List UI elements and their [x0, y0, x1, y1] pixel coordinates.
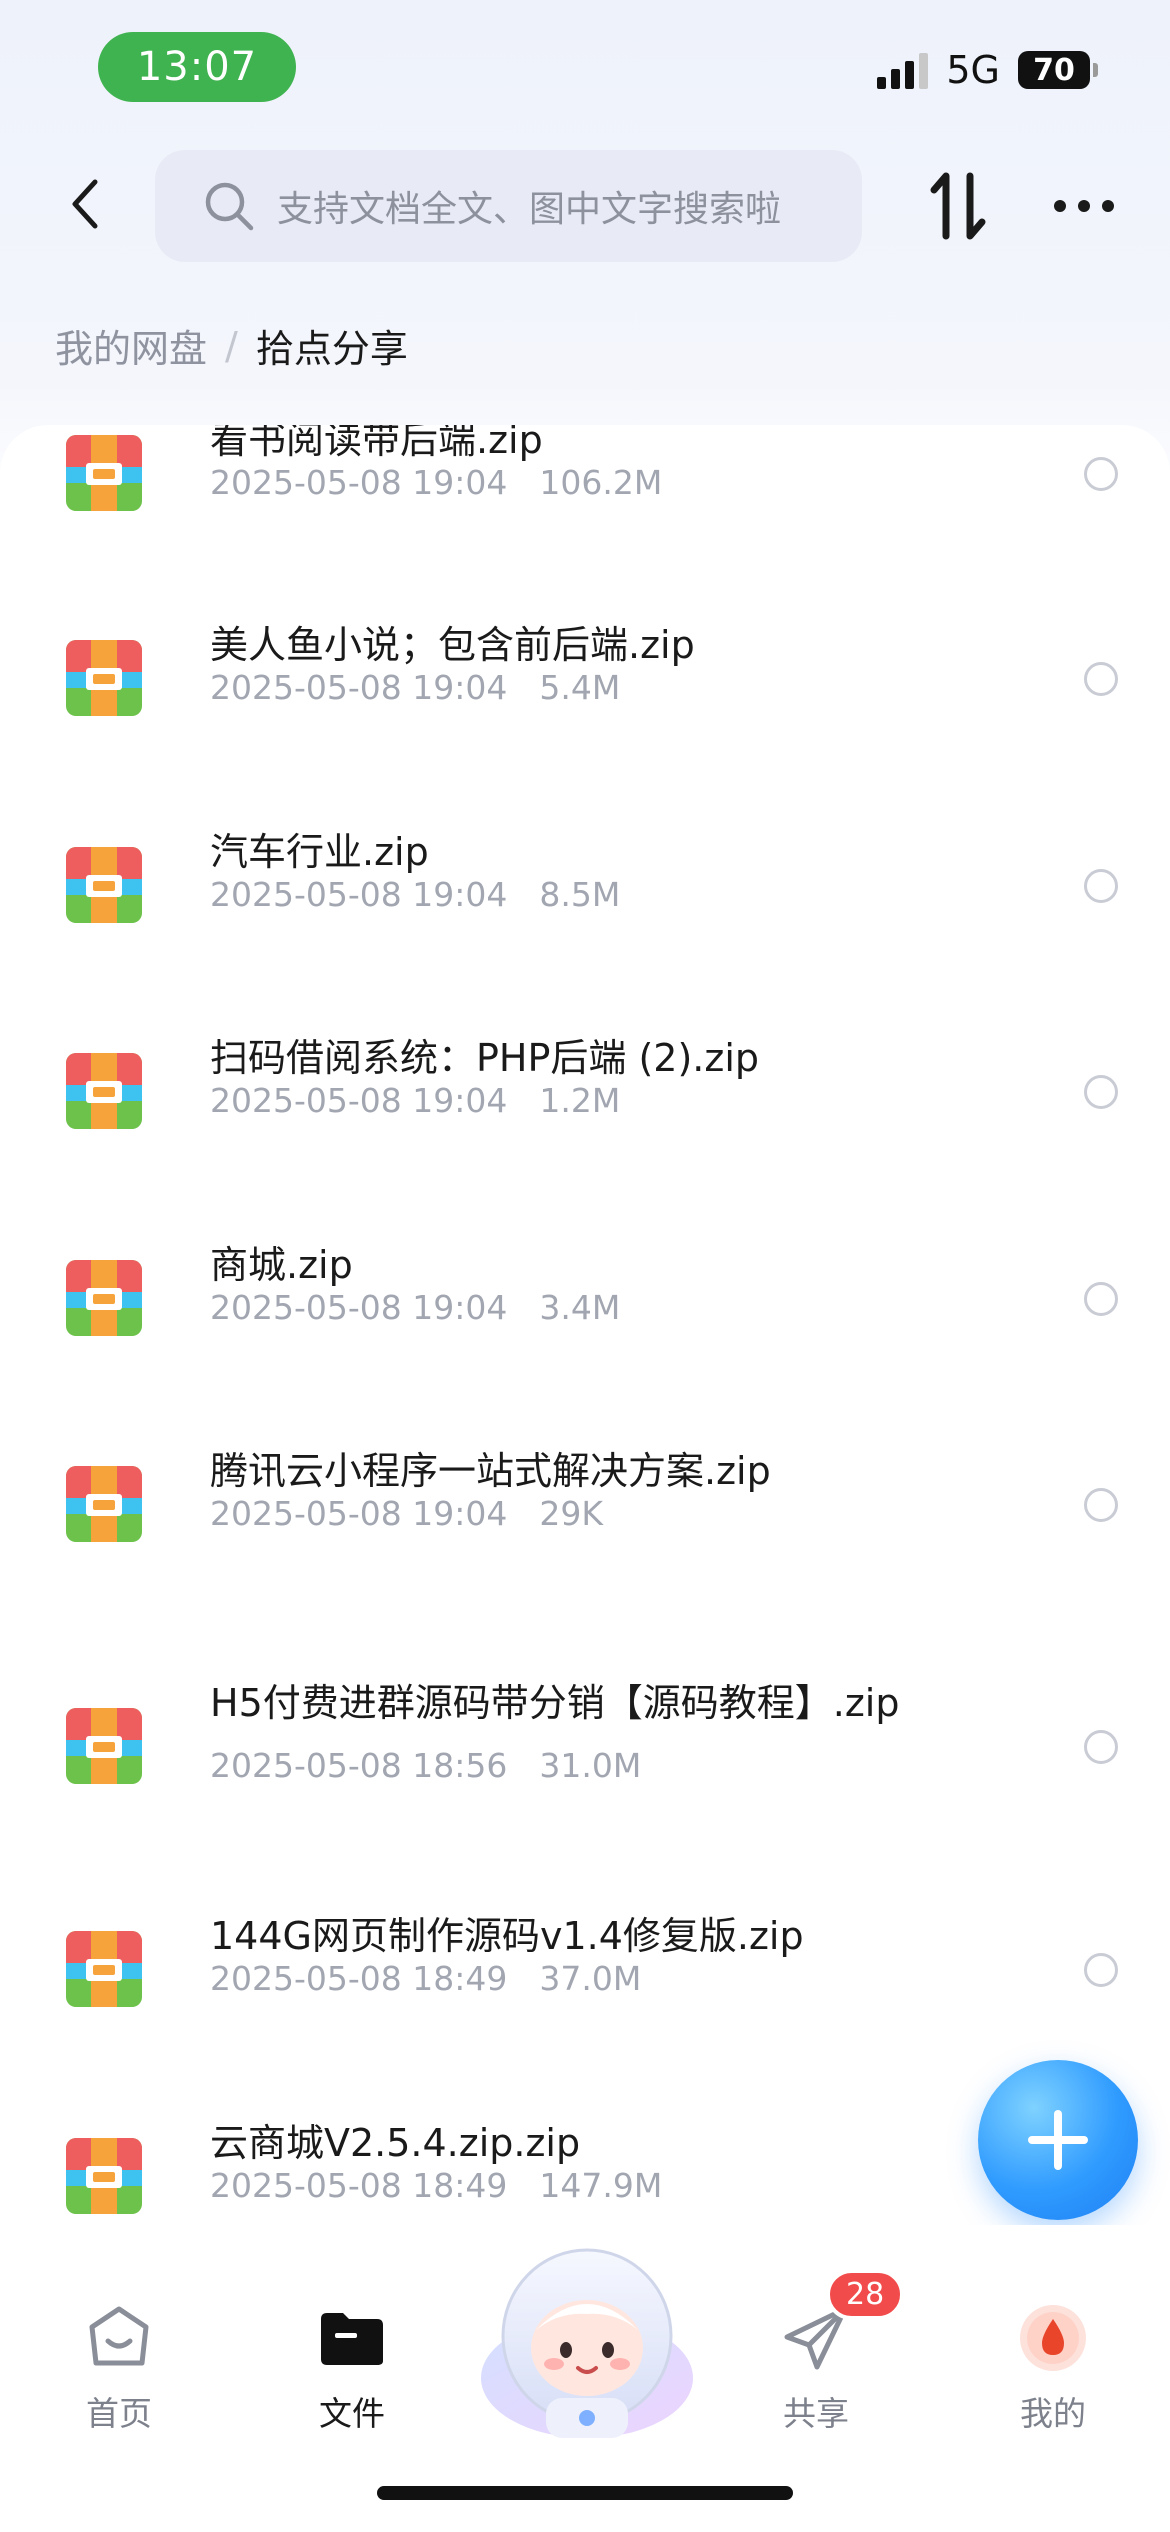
file-date: 2025-05-08 19:04 [210, 1494, 508, 1533]
file-row[interactable]: 144G网页制作源码v1.4修复版.zip 2025-05-08 18:49 3… [0, 1891, 1170, 2061]
search-placeholder: 支持文档全文、图中文字搜索啦 [277, 189, 782, 230]
file-row[interactable]: H5付费进群源码带分销【源码教程】.zip 2025-05-08 18:56 3… [0, 1658, 1170, 1848]
file-size: 106.2M [539, 463, 663, 502]
back-button[interactable] [56, 168, 112, 240]
file-size: 147.9M [539, 2166, 663, 2205]
file-name: H5付费进群源码带分销【源码教程】.zip [210, 1681, 900, 1725]
battery-icon: 70 [1018, 51, 1098, 89]
tab-share-label: 共享 [783, 2394, 849, 2433]
chevron-left-icon [72, 179, 98, 229]
select-radio[interactable] [1084, 1282, 1118, 1316]
signal-icon [877, 51, 929, 89]
zip-file-icon [66, 1260, 142, 1336]
file-date: 2025-05-08 19:04 [210, 668, 508, 707]
file-row[interactable]: 扫码借阅系统：PHP后端 (2).zip 2025-05-08 19:04 1.… [0, 1013, 1170, 1183]
select-radio[interactable] [1084, 1075, 1118, 1109]
file-date: 2025-05-08 19:04 [210, 463, 508, 502]
more-button[interactable] [1054, 200, 1114, 212]
file-meta: 2025-05-08 18:56 31.0M [210, 1746, 641, 1785]
tab-files[interactable]: 文件 [262, 2225, 442, 2433]
breadcrumb-current: 拾点分享 [255, 327, 408, 371]
select-radio[interactable] [1084, 457, 1118, 491]
file-size: 5.4M [539, 668, 621, 707]
tab-files-label: 文件 [319, 2394, 385, 2433]
file-name: 汽车行业.zip [210, 830, 429, 874]
file-list: 看书阅读带后端.zip 2025-05-08 19:04 106.2M 美人鱼小… [0, 425, 1170, 2225]
file-meta: 2025-05-08 19:04 8.5M [210, 875, 620, 914]
file-meta: 2025-05-08 18:49 147.9M [210, 2166, 662, 2205]
zip-file-icon [66, 640, 142, 716]
sort-icon [930, 172, 986, 240]
home-icon [89, 2306, 149, 2366]
file-name: 云商城V2.5.4.zip.zip [210, 2121, 581, 2165]
file-meta: 2025-05-08 19:04 1.2M [210, 1081, 620, 1120]
file-row[interactable]: 看书阅读带后端.zip 2025-05-08 19:04 106.2M [0, 425, 1170, 565]
file-name: 144G网页制作源码v1.4修复版.zip [210, 1914, 804, 1958]
select-radio[interactable] [1084, 869, 1118, 903]
tab-me-label: 我的 [1020, 2394, 1086, 2433]
network-type: 5G [946, 48, 1000, 92]
file-meta: 2025-05-08 19:04 106.2M [210, 463, 662, 502]
file-date: 2025-05-08 18:49 [210, 1959, 508, 1998]
file-meta: 2025-05-08 19:04 5.4M [210, 668, 620, 707]
file-meta: 2025-05-08 19:04 3.4M [210, 1288, 620, 1327]
file-name: 扫码借阅系统：PHP后端 (2).zip [210, 1036, 760, 1080]
file-meta: 2025-05-08 18:49 37.0M [210, 1959, 641, 1998]
breadcrumb-root[interactable]: 我的网盘 [55, 318, 207, 373]
avatar-icon [1020, 2305, 1086, 2371]
file-size: 31.0M [539, 1746, 642, 1785]
file-size: 29K [539, 1494, 604, 1533]
file-date: 2025-05-08 18:49 [210, 2166, 508, 2205]
search-input[interactable]: 支持文档全文、图中文字搜索啦 [155, 150, 862, 262]
plus-icon [1028, 2110, 1088, 2170]
sort-button[interactable] [928, 170, 988, 242]
file-size: 1.2M [539, 1081, 621, 1120]
status-indicators: 5G 70 [877, 48, 1098, 92]
zip-file-icon [66, 2138, 142, 2214]
tab-home-label: 首页 [86, 2394, 152, 2433]
file-name: 腾讯云小程序一站式解决方案.zip [210, 1449, 771, 1493]
more-dot [1102, 200, 1114, 212]
more-dot [1054, 200, 1066, 212]
more-dot [1078, 200, 1090, 212]
file-name: 美人鱼小说；包含前后端.zip [210, 623, 695, 667]
tab-me[interactable]: 我的 [963, 2225, 1143, 2433]
file-size: 3.4M [539, 1288, 621, 1327]
file-row[interactable]: 汽车行业.zip 2025-05-08 19:04 8.5M [0, 807, 1170, 977]
share-badge: 28 [826, 2269, 905, 2320]
zip-file-icon [66, 1931, 142, 2007]
screen: 13:07 5G 70 支持文档全文、图中文字搜索啦 我的网盘 / 拾点分享 看… [0, 0, 1170, 2532]
select-radio[interactable] [1084, 1488, 1118, 1522]
file-date: 2025-05-08 19:04 [210, 875, 508, 914]
file-name: 商城.zip [210, 1243, 353, 1287]
status-time: 13:07 [98, 32, 296, 102]
file-row[interactable]: 腾讯云小程序一站式解决方案.zip 2025-05-08 19:04 29K [0, 1426, 1170, 1596]
search-icon [205, 182, 254, 231]
add-button[interactable] [978, 2060, 1138, 2220]
mascot-assistant-icon[interactable] [476, 2238, 698, 2443]
zip-file-icon [66, 1708, 142, 1784]
file-date: 2025-05-08 19:04 [210, 1288, 508, 1327]
tab-home[interactable]: 首页 [29, 2225, 209, 2433]
select-radio[interactable] [1084, 662, 1118, 696]
zip-file-icon [66, 1053, 142, 1129]
zip-file-icon [66, 435, 142, 511]
breadcrumb-separator: / [225, 323, 238, 368]
file-date: 2025-05-08 18:56 [210, 1746, 508, 1785]
file-meta: 2025-05-08 19:04 29K [210, 1494, 603, 1533]
file-size: 37.0M [539, 1959, 642, 1998]
folder-icon [321, 2313, 383, 2365]
file-size: 8.5M [539, 875, 621, 914]
select-radio[interactable] [1084, 1953, 1118, 1987]
tab-share[interactable]: 28 共享 [726, 2225, 906, 2433]
file-row[interactable]: 商城.zip 2025-05-08 19:04 3.4M [0, 1220, 1170, 1390]
file-date: 2025-05-08 19:04 [210, 1081, 508, 1120]
breadcrumb: 我的网盘 / 拾点分享 [55, 318, 408, 373]
select-radio[interactable] [1084, 1730, 1118, 1764]
home-indicator [377, 2486, 793, 2500]
zip-file-icon [66, 1466, 142, 1542]
file-name: 看书阅读带后端.zip [210, 425, 543, 462]
file-row[interactable]: 美人鱼小说；包含前后端.zip 2025-05-08 19:04 5.4M [0, 600, 1170, 770]
zip-file-icon [66, 847, 142, 923]
